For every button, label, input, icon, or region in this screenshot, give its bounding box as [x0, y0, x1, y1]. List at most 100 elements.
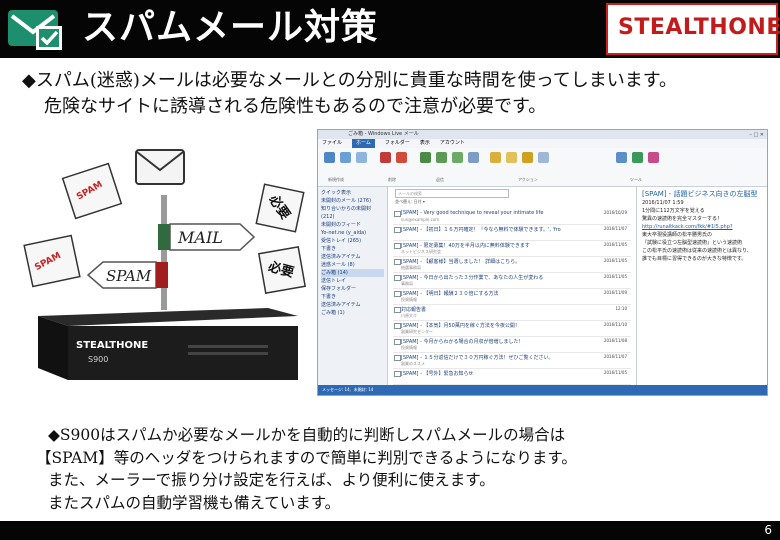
- spam-envelope-upper-icon: SPAM: [61, 162, 123, 220]
- ribbon-group-new: 新規作成: [328, 177, 344, 182]
- message-row[interactable]: [SPAM] - 限定募集！40万を半月以内に無料体験できます ネットビジネス研究…: [393, 241, 631, 257]
- reading-heading: [SPAM] - 話題ビジネス向きの左脳型: [642, 190, 758, 198]
- delete-icon[interactable]: [396, 152, 407, 163]
- tab-account[interactable]: アカウント: [440, 139, 465, 148]
- reading-line: この松平氏の速読術は従来の速読術とは異なり、: [642, 248, 752, 254]
- reading-line: 東大卒現役講師の松平勝男氏の: [642, 232, 713, 238]
- ribbon-group-reply: 返信: [436, 177, 444, 182]
- message-row[interactable]: [SPAM] - 【顧客様】当選しました！ 詳細はこちら。 抽選事務局 2016/1…: [393, 257, 631, 273]
- summary-line-3: また、メーラーで振り分け設定を行えば、より便利に使えます。: [48, 471, 495, 489]
- footer-bar: 6: [0, 521, 780, 540]
- message-row[interactable]: [SPAM] - 【明日】報酬２３０倍にする方法 投資情報 2016/11/09: [393, 289, 631, 305]
- folder-item[interactable]: 下書き: [321, 293, 384, 301]
- message-row[interactable]: [SPAM] - 今日から出たった３分作業で、あなたの人生が変わる 事務局 2016…: [393, 273, 631, 289]
- logo-text: STEALTHONE: [618, 15, 780, 40]
- message-row[interactable]: [SPAM] - 今月からわかる場合の月収が倍増しました！ 投資情報 2016/11…: [393, 337, 631, 353]
- folder-item[interactable]: 送信済みアイテム: [321, 253, 384, 261]
- reading-line: 『試験に役立つ左脳型速読術』という速読術: [642, 240, 743, 246]
- envelope-icon: [394, 227, 401, 233]
- folder-item-trash[interactable]: ごみ箱 (14): [321, 269, 384, 277]
- envelope-icon: [394, 355, 401, 361]
- page-title: スパムメール対策: [82, 7, 379, 48]
- mail-sign-label: MAIL: [177, 228, 223, 247]
- tab-folder[interactable]: フォルダー: [385, 139, 410, 148]
- unread-icon[interactable]: [506, 152, 517, 163]
- calendar-icon[interactable]: [490, 152, 501, 163]
- needed-envelope-lower-icon: 必要: [257, 245, 307, 295]
- reading-line: 誰でも目標に習得できるのが大きな特徴です。: [642, 256, 747, 262]
- mail-client-window: ごみ箱 - Windows Live メール – □ ✕ ファイル ホーム フォ…: [317, 129, 768, 396]
- folder-item[interactable]: 送信トレイ: [321, 277, 384, 285]
- status-bar: メッセージ: 14、未開封: 14: [318, 385, 767, 395]
- message-row[interactable]: [SPAM] - Very good technique to reveal y…: [393, 209, 631, 225]
- spam-envelope-lower-icon: SPAM: [23, 234, 81, 288]
- new-mail-icon[interactable]: [324, 152, 335, 163]
- envelope-icon: [394, 243, 401, 249]
- ribbon: 新規作成 削除 返信 アクション ツール: [318, 148, 767, 187]
- folder-pane: クイック表示 未開封のメール (276) 知り合いからの未開封 (212) 未開…: [318, 187, 388, 387]
- folder-item[interactable]: 送信済みアイテム: [321, 301, 384, 309]
- folder-item[interactable]: 未開封のメール (276): [321, 197, 384, 205]
- s900-appliance: STEALTHONE S900: [38, 308, 298, 380]
- message-row[interactable]: 対応報告書 川原大介 12:10: [393, 305, 631, 321]
- intro-line-2: 危険なサイトに誘導される危険性もあるので注意が必要です。: [44, 96, 547, 117]
- page-number: 6: [764, 523, 772, 537]
- ribbon-group-tools: ツール: [630, 177, 642, 182]
- folder-item[interactable]: ごみ箱 (1): [321, 309, 384, 317]
- folder-item[interactable]: 受信トレイ (265): [321, 237, 384, 245]
- title-bar: スパムメール対策 STEALTHONE: [0, 0, 780, 58]
- copy-icon[interactable]: [538, 152, 549, 163]
- device-brand: STEALTHONE: [76, 340, 148, 351]
- envelope-icon: [394, 259, 401, 265]
- brand-logo: STEALTHONE: [606, 3, 780, 55]
- envelope-icon: [394, 307, 401, 313]
- forward-icon[interactable]: [452, 152, 463, 163]
- window-controls-icon[interactable]: – □ ✕: [749, 131, 764, 140]
- spam-sign-label: SPAM: [106, 267, 152, 285]
- signpost-pole: [161, 195, 167, 310]
- folder-item[interactable]: 知り合いからの未開封 (212): [321, 205, 384, 221]
- tab-home[interactable]: ホーム: [352, 139, 375, 148]
- summary-line-4: またスパムの自動学習機も備えています。: [48, 493, 341, 512]
- intro-line-1: ◆スパム(迷惑)メールは必要なメールとの分別に貴重な時間を使ってしまいます。: [22, 70, 678, 91]
- folder-item[interactable]: クイック表示: [321, 189, 384, 197]
- tab-file[interactable]: ファイル: [322, 139, 342, 148]
- message-row[interactable]: [SPAM] - 【号外】緊急お知らせ 2016/11/05: [393, 369, 631, 385]
- sort-dropdown[interactable]: 並べ替え: 日付 ▾: [395, 199, 425, 205]
- envelope-icon: [394, 291, 401, 297]
- photo-mail-icon[interactable]: [340, 152, 351, 163]
- reading-link[interactable]: http://runaltkack.com/fkk/#1l5.php?: [642, 223, 764, 231]
- tab-view[interactable]: 表示: [420, 139, 430, 148]
- folder-item[interactable]: Yo-net.ne (y_aida): [321, 229, 384, 237]
- summary-line-2: 【SPAM】等のヘッダをつけられますので簡単に判別できるようになります。: [36, 448, 577, 467]
- envelope-icon: [394, 339, 401, 345]
- junk-icon[interactable]: [380, 152, 391, 163]
- envelope-icon: [394, 371, 401, 377]
- device-model: S900: [88, 355, 108, 364]
- reply-all-icon[interactable]: [436, 152, 447, 163]
- sync-icon[interactable]: [616, 152, 627, 163]
- message-row[interactable]: [SPAM] - 【本気】月50萬円を稼ぐ方法を今夜公開！ 副業研究センター 201…: [393, 321, 631, 337]
- summary-text: ◆S900はスパムか必要なメールかを自動的に判断しスパムメールの場合は 【SPA…: [36, 424, 577, 514]
- message-row[interactable]: [SPAM] - １５分返信だけで３０万円稼ぐ方法！ぜひご覧ください。 副業のスス…: [393, 353, 631, 369]
- offline-icon[interactable]: [632, 152, 643, 163]
- mail-check-icon: [8, 10, 62, 50]
- im-icon[interactable]: [468, 152, 479, 163]
- folder-item[interactable]: 未開封のフィード: [321, 221, 384, 229]
- intro-text: ◆スパム(迷惑)メールは必要なメールとの分別に貴重な時間を使ってしまいます。 危…: [22, 68, 677, 120]
- folder-item[interactable]: 迷惑メール (8): [321, 261, 384, 269]
- sign-in-icon[interactable]: [648, 152, 659, 163]
- ribbon-tabs: ファイル ホーム フォルダー 表示 アカウント: [318, 139, 767, 148]
- search-input[interactable]: メールの検索: [395, 189, 509, 198]
- reading-line: 驚異の速読術を完全マスターする！: [642, 216, 723, 222]
- window-title: ごみ箱 - Windows Live メール: [348, 131, 419, 137]
- top-envelope-icon: [135, 149, 185, 185]
- folder-item[interactable]: 下書き: [321, 245, 384, 253]
- envelope-icon: [394, 275, 401, 281]
- message-row[interactable]: [SPAM] - 【初日】１６万円確定！『今なら無料で体験できます。', 'fr…: [393, 225, 631, 241]
- reply-icon[interactable]: [420, 152, 431, 163]
- needed-envelope-upper-icon: 必要: [255, 183, 305, 233]
- move-icon[interactable]: [522, 152, 533, 163]
- items-icon[interactable]: [356, 152, 367, 163]
- folder-item[interactable]: 保存フォルダー: [321, 285, 384, 293]
